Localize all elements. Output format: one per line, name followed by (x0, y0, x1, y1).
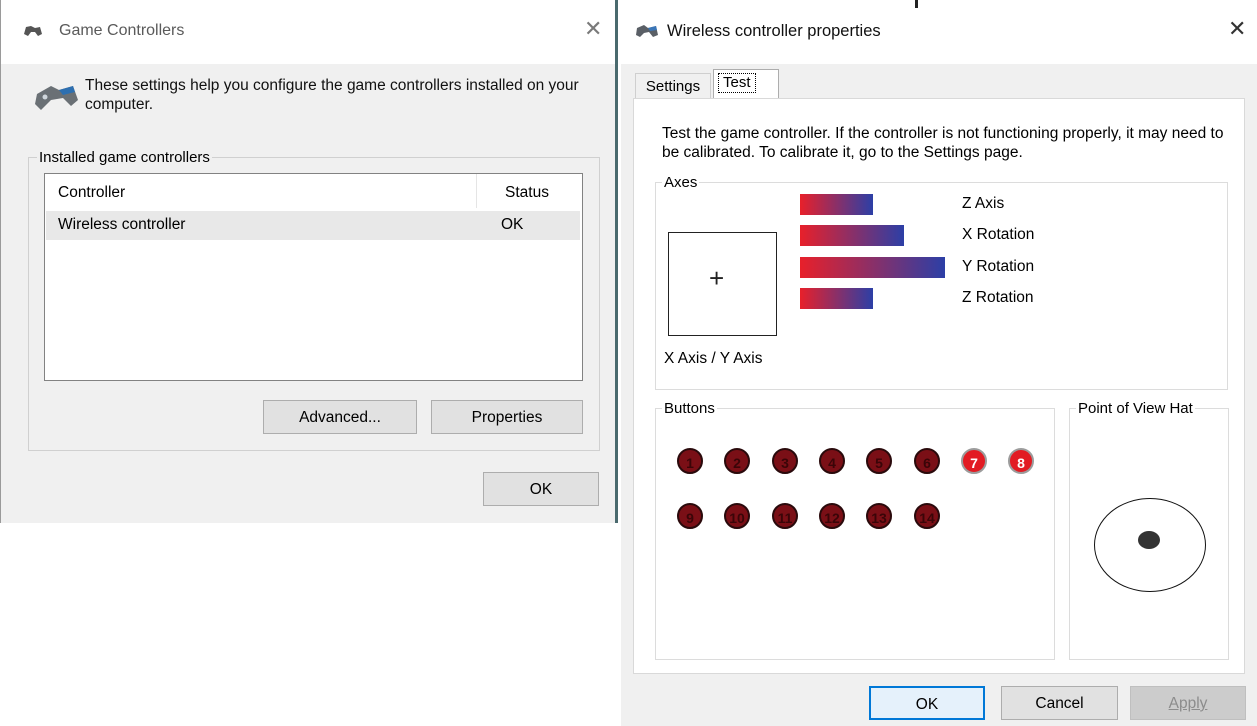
window-title: Game Controllers (59, 22, 185, 39)
column-divider[interactable] (476, 174, 477, 208)
controller-button-indicator: 11 (772, 503, 798, 529)
cursor-artifact (915, 0, 918, 8)
pov-hat-indicator (1138, 531, 1160, 549)
controller-button-indicator: 5 (866, 448, 892, 474)
tab-test[interactable]: Test (713, 69, 779, 99)
list-header: Controller Status (45, 174, 582, 208)
gamepad-icon (635, 23, 659, 44)
controller-button-indicator: 14 (914, 503, 940, 529)
axis-bar-label: Z Rotation (962, 289, 1034, 306)
close-icon[interactable]: ✕ (584, 18, 602, 40)
button-number: 6 (923, 455, 931, 471)
button-number: 13 (871, 510, 887, 526)
axis-bar (800, 225, 904, 246)
button-number: 4 (828, 455, 836, 471)
controller-list[interactable]: Controller Status Wireless controller OK (44, 173, 583, 381)
game-controllers-window: Game Controllers ✕ These settings help y… (0, 0, 618, 523)
controller-button-indicator: 12 (819, 503, 845, 529)
axis-bar-label: X Rotation (962, 226, 1035, 243)
ok-button[interactable]: OK (869, 686, 985, 720)
controller-button-indicator: 13 (866, 503, 892, 529)
pov-hat-label: Point of View Hat (1076, 400, 1195, 417)
title-bar: Wireless controller properties ✕ (621, 0, 1257, 64)
button-number: 5 (875, 455, 883, 471)
button-number: 10 (729, 510, 745, 526)
button-number: 3 (781, 455, 789, 471)
controller-button-indicator: 1 (677, 448, 703, 474)
axes-label: Axes (662, 174, 700, 191)
group-label: Installed game controllers (37, 149, 212, 166)
controller-status: OK (501, 216, 524, 233)
column-header-status[interactable]: Status (505, 184, 549, 202)
controller-name: Wireless controller (58, 216, 186, 233)
button-number: 11 (777, 510, 793, 526)
controller-button-indicator: 3 (772, 448, 798, 474)
button-number: 7 (970, 455, 978, 471)
apply-button[interactable]: Apply (1130, 686, 1246, 720)
button-number: 12 (824, 510, 840, 526)
controller-button-indicator: 6 (914, 448, 940, 474)
xy-axis-display: + (668, 232, 777, 336)
advanced-button[interactable]: Advanced... (263, 400, 417, 434)
cancel-button[interactable]: Cancel (1001, 686, 1118, 720)
axis-bar (800, 288, 873, 309)
properties-button[interactable]: Properties (431, 400, 583, 434)
button-number: 1 (686, 455, 694, 471)
buttons-group: Buttons (655, 400, 1055, 660)
close-icon[interactable]: ✕ (1228, 18, 1246, 40)
controller-button-indicator: 8 (1008, 448, 1034, 474)
crosshair-icon: + (709, 263, 725, 293)
title-bar: Game Controllers ✕ (1, 0, 615, 64)
window-title: Wireless controller properties (667, 22, 881, 40)
xy-axis-label: X Axis / Y Axis (664, 350, 763, 367)
test-description: Test the game controller. If the control… (662, 125, 1224, 161)
axis-bar-label: Y Rotation (962, 258, 1035, 275)
axis-bar (800, 194, 873, 215)
column-header-controller[interactable]: Controller (58, 184, 125, 202)
controller-button-indicator: 9 (677, 503, 703, 529)
axis-bar (800, 257, 945, 278)
button-number: 2 (733, 455, 741, 471)
list-item[interactable]: Wireless controller OK (46, 211, 580, 240)
controller-button-indicator: 7 (961, 448, 987, 474)
buttons-label: Buttons (662, 400, 717, 417)
controller-button-indicator: 2 (724, 448, 750, 474)
tab-test-label: Test (718, 73, 756, 93)
controller-button-indicator: 10 (724, 503, 750, 529)
ok-button[interactable]: OK (483, 472, 599, 506)
button-number: 8 (1017, 455, 1025, 471)
gamepad-icon (33, 80, 79, 117)
axis-bar-label: Z Axis (962, 195, 1005, 212)
controller-button-indicator: 4 (819, 448, 845, 474)
button-number: 14 (919, 510, 935, 526)
gamepad-icon (23, 24, 43, 43)
intro-text: These settings help you configure the ga… (85, 77, 579, 113)
button-number: 9 (686, 510, 694, 526)
tab-settings[interactable]: Settings (635, 73, 711, 98)
